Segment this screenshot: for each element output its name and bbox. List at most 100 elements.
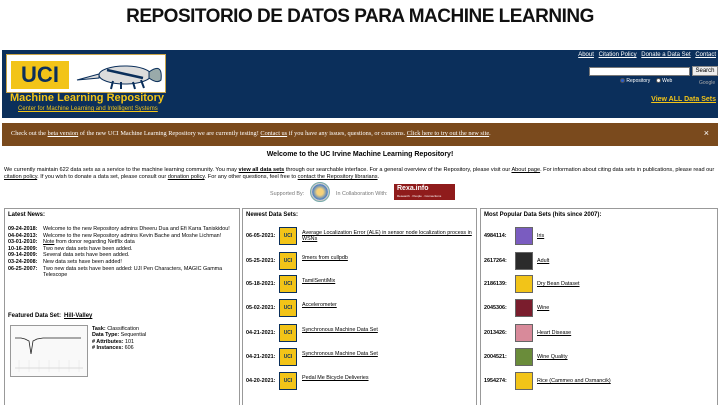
about-page-link[interactable]: About page bbox=[511, 167, 540, 173]
newest-dataset-link[interactable]: Pedal Me Bicycle Deliveries bbox=[302, 375, 474, 381]
newest-dataset-link[interactable]: TamilSentiMix bbox=[302, 278, 474, 284]
popular-dataset-link[interactable]: Adult bbox=[537, 258, 549, 264]
news-text-body: Two new data sets have been added: UJI P… bbox=[43, 265, 223, 279]
news-text: Note from donor regarding Netflix data bbox=[43, 239, 135, 246]
uci-dataset-icon[interactable]: UCI bbox=[279, 275, 297, 293]
uci-dataset-icon[interactable]: UCI bbox=[279, 324, 297, 342]
featured-dataset-heading: Featured Data Set: Hill-Valley bbox=[8, 313, 92, 319]
popular-dataset-row: 2045306: Wine bbox=[484, 299, 714, 317]
news-item: 09-24-2018: Welcome to the new Repository… bbox=[8, 226, 238, 233]
donation-policy-link[interactable]: donation policy bbox=[168, 174, 205, 180]
latest-news-panel: Latest News: 09-24-2018: Welcome to the n… bbox=[4, 208, 240, 405]
rexa-logo[interactable]: Rexa.info Research · People · Connection… bbox=[394, 184, 455, 200]
dataset-thumbnail-icon[interactable] bbox=[515, 372, 533, 390]
uci-dataset-icon[interactable]: UCI bbox=[279, 227, 297, 245]
news-item: 03-24-2008: New data sets have been added… bbox=[8, 259, 238, 266]
intro-text: We currently maintain 622 data sets as a… bbox=[4, 167, 239, 173]
newest-dataset-link[interactable]: Synchronous Machine Data Set bbox=[302, 351, 474, 357]
contact-link[interactable]: Contact bbox=[695, 52, 716, 58]
dataset-thumbnail-icon[interactable] bbox=[515, 348, 533, 366]
try-new-site-link[interactable]: Click here to try out the new site bbox=[407, 130, 489, 137]
newest-dataset-date: 05-25-2021: bbox=[246, 258, 276, 264]
search-input[interactable] bbox=[589, 67, 690, 76]
top-links: About Citation Policy Donate a Data Set … bbox=[575, 52, 716, 58]
radio-web[interactable] bbox=[655, 78, 661, 84]
dataset-thumbnail-icon[interactable] bbox=[515, 299, 533, 317]
browser-page: UCI Machine Learning Repository Center f… bbox=[2, 50, 718, 405]
uci-dataset-icon[interactable]: UCI bbox=[279, 372, 297, 390]
repo-subtitle-link[interactable]: Center for Machine Learning and Intellig… bbox=[18, 106, 158, 112]
popular-dataset-link[interactable]: Heart Disease bbox=[537, 330, 571, 336]
news-link[interactable]: Note bbox=[43, 239, 54, 245]
dataset-thumbnail-icon[interactable] bbox=[515, 275, 533, 293]
type-value: Sequential bbox=[120, 332, 147, 339]
contact-us-link[interactable]: Contact us bbox=[260, 130, 287, 137]
news-text: Welcome to the new Repository admins Kev… bbox=[43, 233, 221, 240]
instances-label: # Instances: bbox=[92, 344, 124, 351]
beta-banner-text: Check out the beta version of the new UC… bbox=[11, 130, 491, 137]
beta-text-1: Check out the bbox=[11, 130, 48, 137]
news-text-body: Two new data sets have been added. bbox=[43, 245, 133, 252]
newest-dataset-link[interactable]: Average Localization Error (ALE) in sens… bbox=[302, 230, 474, 243]
newest-dataset-date: 04-21-2021: bbox=[246, 354, 276, 360]
newest-dataset-date: 04-20-2021: bbox=[246, 378, 276, 384]
uci-dataset-icon[interactable]: UCI bbox=[279, 299, 297, 317]
news-list: 09-24-2018: Welcome to the new Repository… bbox=[8, 226, 238, 279]
supported-by-label: Supported By: bbox=[270, 191, 305, 197]
dataset-thumbnail-icon[interactable] bbox=[515, 227, 533, 245]
collaboration-label: In Collaboration With: bbox=[336, 191, 388, 197]
latest-news-title: Latest News: bbox=[8, 212, 46, 218]
attributes-value: 101 bbox=[125, 338, 135, 345]
radio-repository-label: Repository bbox=[626, 78, 651, 84]
newest-dataset-link[interactable]: Accelerometer bbox=[302, 302, 474, 308]
view-all-link[interactable]: view all data sets bbox=[239, 167, 285, 173]
close-icon[interactable]: × bbox=[704, 128, 709, 138]
news-date: 04-04-2013: bbox=[8, 232, 38, 239]
beta-version-link[interactable]: beta version bbox=[48, 130, 79, 137]
newest-dataset-link[interactable]: 9mers from cullpdb bbox=[302, 255, 474, 261]
uci-dataset-icon[interactable]: UCI bbox=[279, 252, 297, 270]
popular-datasets-title: Most Popular Data Sets (hits since 2007)… bbox=[484, 212, 602, 218]
radio-repository[interactable] bbox=[620, 78, 625, 84]
popular-dataset-row: 2013426: Heart Disease bbox=[484, 324, 714, 342]
view-all-datasets-link[interactable]: View ALL Data Sets bbox=[651, 96, 716, 103]
popular-dataset-row: 2004521: Wine Quality bbox=[484, 348, 714, 366]
featured-dataset-thumbnail[interactable] bbox=[10, 325, 88, 377]
popular-dataset-row: 2617264: Adult bbox=[484, 252, 714, 270]
news-item: 03-01-2010: Note from donor regarding Net… bbox=[8, 239, 238, 246]
news-text: Two new data sets have been added: UJI P… bbox=[43, 266, 238, 279]
popular-dataset-link[interactable]: Dry Bean Dataset bbox=[537, 281, 580, 287]
featured-dataset-meta: Task: Classification Data Type: Sequenti… bbox=[92, 326, 146, 351]
search-button[interactable]: Search bbox=[692, 66, 718, 76]
citation-policy-inline-link[interactable]: citation policy bbox=[4, 174, 37, 180]
newest-datasets-title: Newest Data Sets: bbox=[246, 212, 299, 218]
uci-logo[interactable]: UCI bbox=[6, 54, 166, 93]
newest-dataset-date: 05-02-2021: bbox=[246, 305, 276, 311]
newest-dataset-link[interactable]: Synchronous Machine Data Set bbox=[302, 327, 474, 333]
intro-text: . bbox=[377, 174, 380, 180]
citation-policy-link[interactable]: Citation Policy bbox=[599, 52, 637, 58]
popular-dataset-link[interactable]: Wine bbox=[537, 305, 549, 311]
newest-dataset-date: 06-05-2021: bbox=[246, 233, 276, 239]
nsf-logo-icon[interactable] bbox=[310, 182, 330, 202]
news-text: New data sets have been added! bbox=[43, 259, 122, 266]
donate-link[interactable]: Donate a Data Set bbox=[641, 52, 690, 58]
uci-dataset-icon[interactable]: UCI bbox=[279, 348, 297, 366]
about-link[interactable]: About bbox=[578, 52, 594, 58]
repo-name: Machine Learning Repository bbox=[10, 92, 165, 104]
newest-dataset-row: 04-20-2021: UCI Pedal Me Bicycle Deliverie… bbox=[246, 372, 474, 390]
dataset-thumbnail-icon[interactable] bbox=[515, 324, 533, 342]
popular-dataset-hits: 4984114: bbox=[484, 233, 507, 239]
newest-dataset-row: 04-21-2021: UCI Synchronous Machine Data S… bbox=[246, 348, 474, 366]
intro-text: . For any other questions, feel free to bbox=[204, 174, 298, 180]
featured-dataset-link[interactable]: Hill-Valley bbox=[64, 313, 92, 319]
dataset-thumbnail-icon[interactable] bbox=[515, 252, 533, 270]
popular-dataset-link[interactable]: Wine Quality bbox=[537, 354, 568, 360]
google-label: Google bbox=[699, 80, 716, 86]
popular-dataset-link[interactable]: Iris bbox=[537, 233, 544, 239]
news-date: 03-24-2008: bbox=[8, 258, 38, 265]
contact-librarians-link[interactable]: contact the Repository librarians bbox=[298, 174, 378, 180]
popular-dataset-link[interactable]: Rice (Cammeo and Osmancik) bbox=[537, 378, 611, 384]
news-date: 09-24-2018: bbox=[8, 226, 38, 232]
news-text: Several data sets have been added. bbox=[43, 252, 129, 259]
